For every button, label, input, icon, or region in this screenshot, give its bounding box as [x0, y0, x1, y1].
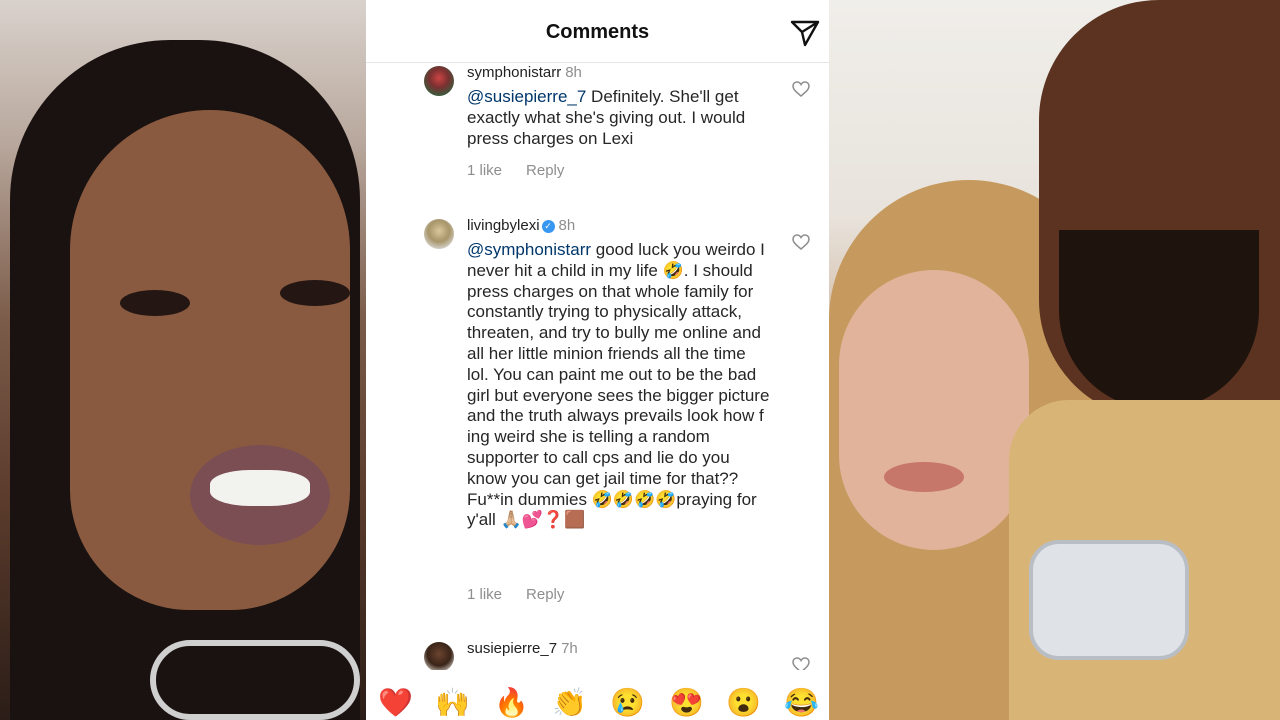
- emoji-raised-hands[interactable]: 🙌: [435, 688, 470, 718]
- lips-woman: [884, 462, 964, 492]
- like-count[interactable]: 1 like: [467, 162, 502, 179]
- comment-header: susiepierre_7 7h: [467, 640, 578, 657]
- comment-username[interactable]: livingbylexi: [467, 217, 540, 234]
- comment-mention[interactable]: @susiepierre_7: [467, 87, 586, 106]
- page-title: Comments: [545, 21, 650, 43]
- emoji-crying[interactable]: 😢: [610, 688, 645, 718]
- face-woman: [839, 270, 1029, 550]
- heart-icon[interactable]: [792, 234, 810, 250]
- comment-meta: 1 like Reply: [467, 162, 588, 179]
- emoji-bar: ❤️ 🙌 🔥 👏 😢 😍 😮 😂: [366, 670, 829, 720]
- comment-text: @symphonistarr good luck you weirdo I ne…: [467, 240, 772, 531]
- emoji-fire[interactable]: 🔥: [494, 688, 529, 718]
- emoji-surprised[interactable]: 😮: [726, 688, 761, 718]
- emoji-heart-eyes[interactable]: 😍: [669, 688, 704, 718]
- eye-right: [280, 280, 350, 306]
- reply-button[interactable]: Reply: [526, 162, 564, 179]
- left-photo: [0, 0, 366, 720]
- emoji-heart[interactable]: ❤️: [378, 688, 413, 718]
- avatar[interactable]: [424, 642, 454, 672]
- necklace: [150, 640, 360, 720]
- right-photo: [829, 0, 1280, 720]
- chain-pendant: [1029, 540, 1189, 660]
- emoji-laughing[interactable]: 😂: [784, 688, 819, 718]
- comment-time: 8h: [558, 217, 576, 234]
- comment-username[interactable]: susiepierre_7: [467, 640, 557, 657]
- comment-text: @susiepierre_7 Definitely. She'll get ex…: [467, 87, 772, 149]
- heart-icon[interactable]: [792, 81, 810, 97]
- emoji-clap[interactable]: 👏: [552, 688, 587, 718]
- reply-button[interactable]: Reply: [526, 586, 564, 603]
- comment-header: symphonistarr 8h: [467, 64, 582, 81]
- comment-username[interactable]: symphonistarr: [467, 64, 561, 81]
- comment-time: 7h: [561, 640, 578, 657]
- teeth: [210, 470, 310, 506]
- paper-plane-icon[interactable]: [790, 19, 820, 47]
- comment-time: 8h: [565, 64, 582, 81]
- comment-meta: 1 like Reply: [467, 586, 588, 603]
- face: [70, 110, 350, 610]
- comments-header: Comments: [366, 0, 829, 63]
- comment-item: symphonistarr 8h @susiepierre_7 Definitel…: [424, 64, 810, 184]
- comment-header: livingbylexi ✓ 8h: [467, 217, 575, 234]
- verified-badge-icon: ✓: [541, 220, 555, 233]
- avatar[interactable]: [424, 66, 454, 96]
- like-count[interactable]: 1 like: [467, 586, 502, 603]
- comment-mention[interactable]: @symphonistarr: [467, 240, 591, 259]
- comment-item: livingbylexi ✓ 8h @symphonistarr good luck…: [424, 217, 810, 617]
- comment-body: good luck you weirdo I never hit a child…: [467, 240, 770, 530]
- eye-left: [120, 290, 190, 316]
- comments-panel: Comments symphonistarr 8h @susiepierre_7 …: [366, 0, 829, 720]
- avatar[interactable]: [424, 219, 454, 249]
